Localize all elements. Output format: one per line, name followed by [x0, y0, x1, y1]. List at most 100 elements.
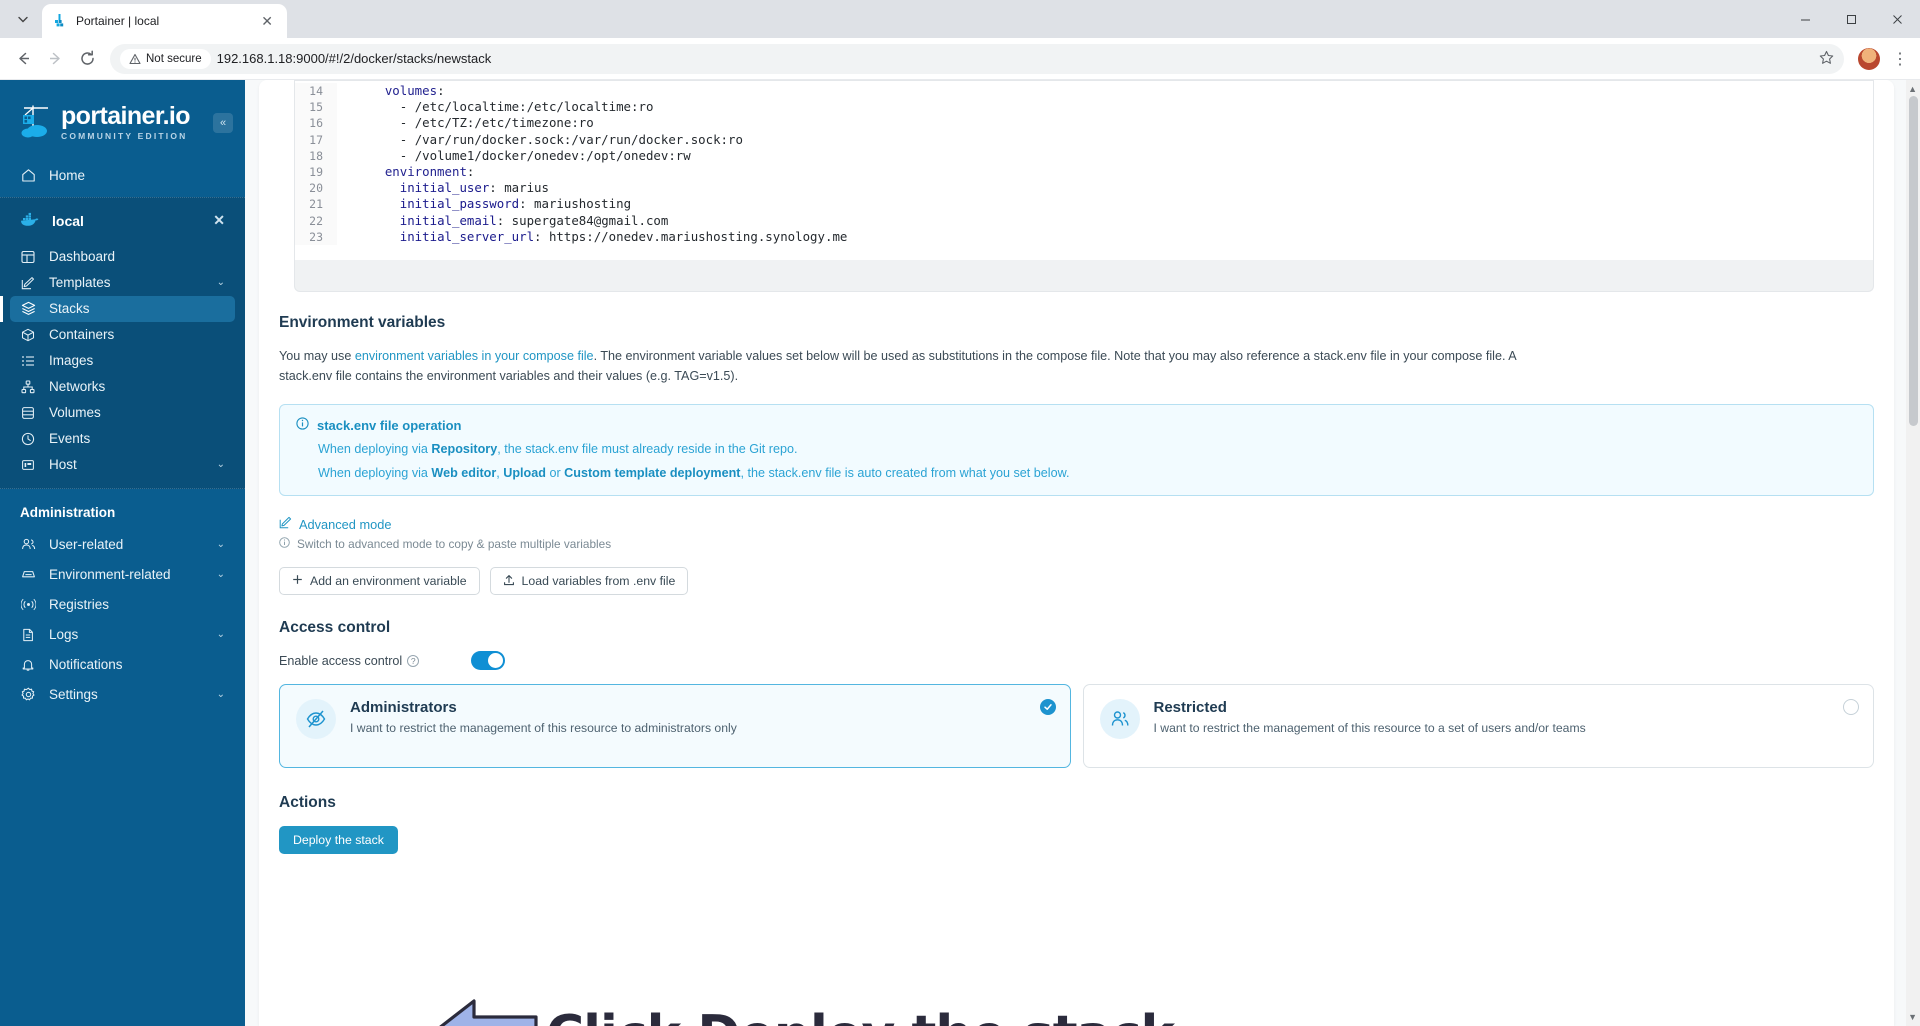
forward-icon[interactable] [40, 44, 70, 74]
chevron-down-icon[interactable]: ⌄ [217, 569, 225, 580]
sidebar-item-label: Volumes [49, 405, 101, 420]
reload-icon[interactable] [72, 44, 102, 74]
scrollbar-thumb[interactable] [1909, 96, 1918, 426]
load-variables-button[interactable]: Load variables from .env file [489, 567, 689, 595]
line-number: 17 [295, 131, 337, 148]
help-icon[interactable]: ? [407, 654, 420, 667]
sidebar-item-images[interactable]: Images [10, 348, 235, 374]
access-option-desc: I want to restrict the management of thi… [350, 721, 737, 735]
logs-icon [20, 627, 36, 643]
tab-strip: Portainer | local ✕ [0, 0, 1920, 38]
upload-icon [503, 574, 515, 589]
window-controls [1782, 0, 1920, 38]
environment-variables-title: Environment variables [279, 314, 446, 331]
sidebar-item-notifications[interactable]: Notifications [10, 650, 235, 680]
host-icon [20, 457, 36, 473]
administration-section-label: Administration [20, 504, 116, 520]
profile-avatar[interactable] [1858, 47, 1880, 70]
access-option-administrators[interactable]: Administrators I want to restrict the ma… [279, 684, 1071, 768]
line-number: 20 [295, 180, 337, 197]
sidebar-item-label: Notifications [49, 657, 123, 672]
deploy-the-stack-button[interactable]: Deploy the stack [279, 826, 398, 854]
chevron-down-icon[interactable]: ⌄ [217, 459, 225, 470]
sidebar-item-home[interactable]: Home [10, 163, 235, 189]
minimize-button[interactable] [1782, 0, 1828, 38]
sidebar-item-networks[interactable]: Networks [10, 374, 235, 400]
bookmark-star-icon[interactable] [1819, 50, 1838, 68]
app-body: portainer.io COMMUNITY EDITION « Home lo… [0, 80, 1920, 1026]
chevron-down-icon[interactable]: ⌄ [217, 629, 225, 640]
line-number: 19 [295, 163, 337, 181]
sidebar-item-label: Logs [49, 627, 79, 642]
security-label: Not secure [146, 52, 202, 65]
access-option-restricted[interactable]: Restricted I want to restrict the manage… [1082, 684, 1874, 768]
scroll-down-icon[interactable]: ▼ [1908, 1012, 1917, 1022]
browser-tab[interactable]: Portainer | local ✕ [42, 4, 287, 38]
add-environment-variable-button[interactable]: Add an environment variable [279, 567, 480, 595]
sidebar-item-environment-related[interactable]: Environment-related ⌄ [10, 560, 235, 590]
chevron-down-icon[interactable]: ⌄ [217, 689, 225, 700]
sidebar-item-label: Host [49, 457, 77, 472]
editor-footer [294, 260, 1874, 292]
collapse-sidebar-button[interactable]: « [213, 113, 233, 133]
tab-close-icon[interactable]: ✕ [257, 12, 277, 30]
networks-icon [20, 379, 36, 395]
sidebar-item-label: Dashboard [49, 249, 116, 264]
code-text: volumes: [384, 83, 445, 98]
sidebar-item-volumes[interactable]: Volumes [10, 400, 235, 426]
eye-off-icon [296, 699, 336, 739]
users-icon [1099, 699, 1140, 739]
maximize-button[interactable] [1828, 0, 1874, 38]
images-icon [20, 353, 36, 369]
scroll-up-icon[interactable]: ▲ [1908, 84, 1917, 94]
portainer-favicon [52, 13, 68, 29]
back-icon[interactable] [8, 44, 38, 74]
enable-access-control-switch[interactable] [471, 651, 506, 670]
address-bar[interactable]: Not secure 192.168.1.18:9000/#!/2/docker… [110, 43, 1844, 74]
close-environment-icon[interactable]: ✕ [213, 212, 225, 229]
code-line: 17 - /var/run/docker.sock:/var/run/docke… [295, 131, 1873, 148]
access-option-title: Restricted [1153, 699, 1227, 716]
line-number: 21 [295, 196, 337, 213]
security-indicator[interactable]: Not secure [120, 48, 211, 69]
compose-editor[interactable]: 14 volumes: 15 - /etc/localtime:/etc/loc… [294, 80, 1874, 260]
line-number: 22 [295, 212, 337, 229]
toggle-knob [488, 653, 504, 668]
code-text: initial_user: marius [399, 180, 549, 196]
events-icon [20, 431, 36, 447]
chevron-down-icon[interactable]: ⌄ [217, 539, 225, 550]
button-label: Add an environment variable [310, 574, 467, 588]
sidebar-environment-local[interactable]: local ✕ [10, 206, 235, 236]
chevron-down-icon[interactable]: ⌄ [217, 277, 225, 288]
users-icon [20, 537, 36, 553]
browser-menu-icon[interactable]: ⋮ [1888, 49, 1912, 69]
sidebar-item-host[interactable]: Host ⌄ [10, 452, 235, 478]
close-window-button[interactable] [1874, 0, 1920, 38]
compose-file-link[interactable]: environment variables in your compose fi… [355, 349, 594, 363]
line-number: 16 [295, 115, 337, 132]
access-control-toggle-row: Enable access control ? [279, 651, 1874, 670]
sidebar-item-dashboard[interactable]: Dashboard [10, 244, 235, 270]
portainer-logo[interactable]: portainer.io COMMUNITY EDITION « [0, 90, 245, 157]
code-text: - /volume1/docker/onedev:/opt/onedev:rw [355, 147, 691, 163]
enable-access-control-text: Enable access control [279, 653, 403, 668]
access-option-text: Administrators I want to restrict the ma… [350, 699, 737, 735]
sidebar-item-stacks[interactable]: Stacks [0, 295, 235, 322]
environment-variables-description: You may use environment variables in you… [279, 349, 1516, 383]
tab-search-icon[interactable] [8, 4, 38, 34]
advanced-mode-toggle[interactable]: Advanced mode [279, 516, 1874, 532]
sidebar-item-containers[interactable]: Containers [10, 322, 235, 348]
sidebar-item-registries[interactable]: Registries [10, 590, 235, 620]
sidebar-item-user-related[interactable]: User-related ⌄ [10, 530, 235, 560]
main-content: 14 volumes: 15 - /etc/localtime:/etc/loc… [245, 80, 1920, 1026]
code-text: initial_password: mariushosting [399, 196, 632, 212]
page-scrollbar[interactable]: ▲ ▼ [1906, 80, 1920, 1026]
sidebar-item-templates[interactable]: Templates ⌄ [10, 270, 235, 296]
sidebar-item-settings[interactable]: Settings ⌄ [10, 680, 235, 710]
sidebar-item-logs[interactable]: Logs ⌄ [10, 620, 235, 650]
sidebar-item-label: Containers [49, 327, 115, 342]
button-label: Load variables from .env file [521, 574, 676, 588]
sidebar-item-events[interactable]: Events [10, 426, 235, 452]
sidebar-item-label: Registries [49, 597, 110, 612]
sidebar-item-label: Home [49, 168, 86, 183]
